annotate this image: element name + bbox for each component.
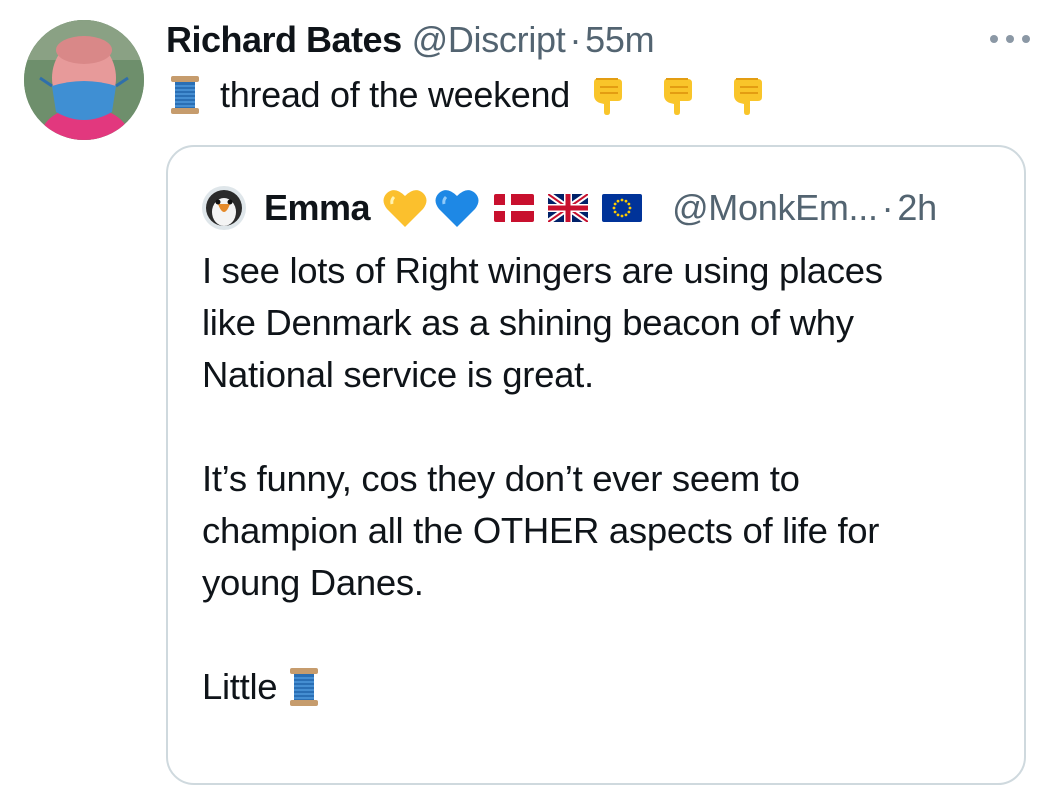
united-kingdom-flag-icon [546, 191, 590, 225]
author-name[interactable]: Richard Bates [166, 19, 402, 61]
spool-of-thread-icon [170, 75, 200, 115]
denmark-flag-icon [494, 194, 535, 222]
quoted-tweet-header: Emma @MonkEm... · 2h [202, 183, 937, 233]
paragraph-line: champion all the OTHER aspects of life f… [202, 510, 880, 551]
closing-line: Little [202, 661, 1002, 713]
more-dot-icon [1022, 35, 1030, 43]
paragraph-line: like Denmark as a shining beacon of why [202, 302, 854, 343]
quoted-tweet-body: I see lots of Right wingers are using pl… [202, 245, 1002, 713]
tweet-header: Richard Bates @Discript · 55m [166, 16, 655, 64]
quoted-tweet-card[interactable]: Emma @MonkEm... · 2h I see lots of Right… [166, 145, 1026, 785]
yellow-heart-icon [382, 187, 428, 229]
paragraph-line: young Danes. [202, 562, 424, 603]
backhand-index-pointing-down-icon [660, 75, 696, 115]
tweet-body: thread of the weekend [220, 74, 570, 115]
quoted-author-name[interactable]: Emma [264, 187, 371, 229]
tweet-timestamp[interactable]: 55m [585, 19, 654, 61]
author-handle[interactable]: @Discript [412, 19, 566, 61]
more-dot-icon [1006, 35, 1014, 43]
closing-text: Little [202, 666, 278, 707]
quoted-author-avatar[interactable] [202, 186, 246, 230]
separator-dot: · [569, 19, 582, 60]
pointing-emojis [590, 75, 786, 115]
paragraph-line: It’s funny, cos they don’t ever seem to [202, 458, 800, 499]
european-union-flag-icon [602, 194, 643, 222]
separator-dot: · [881, 187, 894, 228]
backhand-index-pointing-down-icon [730, 75, 766, 115]
flag-emojis [494, 191, 643, 225]
tweet-text: thread of the weekend [170, 70, 786, 120]
more-dot-icon [990, 35, 998, 43]
name-badges [382, 187, 643, 229]
author-avatar[interactable] [24, 20, 144, 140]
spool-of-thread-icon [289, 667, 319, 707]
paragraph-line: I see lots of Right wingers are using pl… [202, 250, 883, 291]
quoted-tweet-timestamp[interactable]: 2h [897, 187, 937, 229]
quoted-author-handle[interactable]: @MonkEm... [672, 187, 878, 229]
more-options-button[interactable] [990, 26, 1030, 52]
blue-heart-icon [434, 187, 480, 229]
backhand-index-pointing-down-icon [590, 75, 626, 115]
paragraph-line: National service is great. [202, 354, 594, 395]
